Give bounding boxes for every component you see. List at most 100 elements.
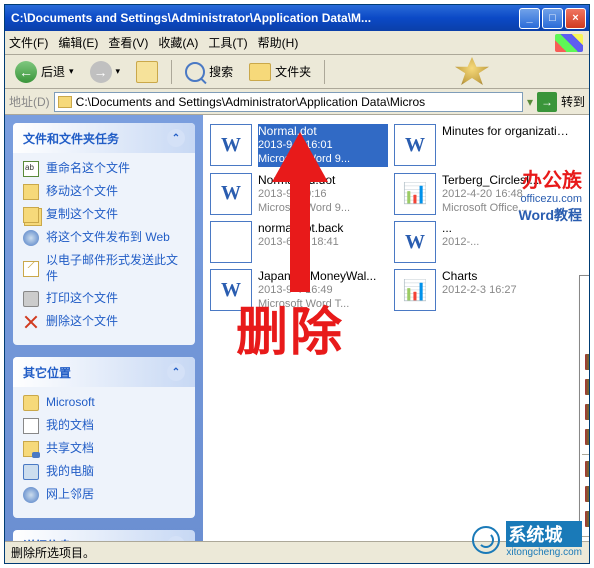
forward-arrow-icon: → <box>90 61 112 83</box>
network-icon <box>23 487 39 503</box>
file-date: 2012-... <box>442 235 572 249</box>
other-panel-header[interactable]: 其它位置 ⌃ <box>13 357 195 387</box>
menu-add-zip-mail[interactable]: 添加到 "Normal.zip" 并邮件 <box>580 401 589 426</box>
archive-icon <box>585 354 589 370</box>
file-type-icon <box>210 124 252 166</box>
go-label[interactable]: 转到 <box>561 93 585 110</box>
computer-icon <box>23 464 39 480</box>
menu-view[interactable]: 查看(V) <box>108 34 148 51</box>
menu-open[interactable]: 打开(O) <box>580 301 589 326</box>
place-mydocs[interactable]: 我的文档 <box>23 418 185 434</box>
maximize-button[interactable]: □ <box>542 8 563 29</box>
chevron-down-icon: ▾ <box>116 66 121 77</box>
archive-icon <box>585 461 589 477</box>
file-name: JapaneseMoneyWal... <box>258 269 388 283</box>
chevron-down-icon: ▾ <box>69 66 74 77</box>
search-icon <box>185 62 205 82</box>
details-panel-header[interactable]: 详细信息 ⌄ <box>13 530 195 541</box>
task-publish-web[interactable]: 将这个文件发布到 Web <box>23 230 185 246</box>
menu-add-archive-2[interactable]: 添加到压缩文件(A)... <box>580 458 589 483</box>
menu-new[interactable]: 新建(W) <box>580 276 589 301</box>
address-input[interactable]: C:\Documents and Settings\Administrator\… <box>54 92 523 112</box>
file-date: 2013-9-5 9:16 <box>258 187 388 201</box>
tasks-panel-title: 文件和文件夹任务 <box>23 130 119 147</box>
place-shared[interactable]: 共享文档 <box>23 441 185 457</box>
file-item[interactable]: Charts2012-2-3 16:27 <box>391 266 575 315</box>
menu-edit[interactable]: 编辑(E) <box>58 34 98 51</box>
task-copy[interactable]: 复制这个文件 <box>23 207 185 223</box>
archive-icon <box>585 511 589 527</box>
file-name: Charts <box>442 269 572 283</box>
toolbar: ← 后退 ▾ → ▾ 搜索 文件夹 <box>5 55 589 89</box>
file-type-icon <box>210 221 252 263</box>
task-email[interactable]: 以电子邮件形式发送此文件 <box>23 253 185 284</box>
folders-button[interactable]: 文件夹 <box>243 60 317 84</box>
menu-add-archive[interactable]: 添加到压缩文件(A)... <box>580 351 589 376</box>
place-network[interactable]: 网上邻居 <box>23 487 185 503</box>
up-folder-icon <box>136 61 158 83</box>
task-print[interactable]: 打印这个文件 <box>23 291 185 307</box>
shared-folder-icon <box>23 441 39 457</box>
watermark-xitongcheng: 系统城 xitongcheng.com <box>472 521 582 558</box>
search-button[interactable]: 搜索 <box>179 59 239 85</box>
window-title: C:\Documents and Settings\Administrator\… <box>11 11 519 25</box>
collapse-icon: ⌃ <box>167 363 185 381</box>
file-name: Normal.dot <box>258 124 388 138</box>
archive-icon <box>585 429 589 445</box>
file-type-icon <box>394 269 436 311</box>
copy-icon <box>23 207 39 223</box>
menu-favorites[interactable]: 收藏(A) <box>158 34 198 51</box>
go-button[interactable]: → <box>537 92 557 112</box>
folder-icon <box>249 63 271 81</box>
menu-tools[interactable]: 工具(T) <box>208 34 247 51</box>
place-microsoft[interactable]: Microsoft <box>23 395 185 411</box>
file-type-icon <box>394 124 436 166</box>
file-name: NormalOld.dot <box>258 173 388 187</box>
place-computer[interactable]: 我的电脑 <box>23 464 185 480</box>
task-move[interactable]: 移动这个文件 <box>23 184 185 200</box>
menu-other-compress[interactable]: 其他压缩命令▸ <box>580 426 589 451</box>
archive-icon <box>585 404 589 420</box>
folder-icon <box>23 395 39 411</box>
file-type-icon <box>210 173 252 215</box>
menubar: 文件(F) 编辑(E) 查看(V) 收藏(A) 工具(T) 帮助(H) <box>5 31 589 55</box>
minimize-button[interactable]: _ <box>519 8 540 29</box>
address-path: C:\Documents and Settings\Administrator\… <box>76 95 425 109</box>
address-dropdown-icon[interactable]: ▾ <box>527 95 533 109</box>
folders-label: 文件夹 <box>275 63 311 80</box>
file-item[interactable]: NormalOld.dot2013-9-5 9:16Microsoft Word… <box>207 170 391 219</box>
close-button[interactable]: × <box>565 8 586 29</box>
mail-icon <box>23 261 39 277</box>
back-arrow-icon: ← <box>15 61 37 83</box>
task-rename[interactable]: 重命名这个文件 <box>23 161 185 177</box>
context-menu: 新建(W) 打开(O) 打印(P) 添加到压缩文件(A)... 添加到 "Nor… <box>579 275 589 541</box>
task-delete[interactable]: 删除这个文件 <box>23 314 185 330</box>
menu-file[interactable]: 文件(F) <box>9 34 48 51</box>
status-text: 删除所选项目。 <box>11 544 95 561</box>
file-type: Microsoft Word T... <box>258 297 388 311</box>
address-label: 地址(D) <box>9 93 50 110</box>
file-item[interactable]: normal.dot.back2013-6-27 18:41 <box>207 218 391 266</box>
back-button[interactable]: ← 后退 ▾ <box>9 58 80 86</box>
tasks-panel-header[interactable]: 文件和文件夹任务 ⌃ <box>13 123 195 153</box>
file-item[interactable]: Normal.dot2013-9-5 16:01Microsoft Word 9… <box>207 121 391 170</box>
menu-add-normal-zip[interactable]: 添加到 "Normal.zip" (T) <box>580 376 589 401</box>
file-item[interactable]: ...2012-... <box>391 218 575 266</box>
file-item[interactable]: Minutes for organization... <box>391 121 575 170</box>
emblem-icon <box>455 57 489 85</box>
file-name: Minutes for organization... <box>442 124 572 138</box>
forward-button[interactable]: → ▾ <box>84 58 127 86</box>
logo-icon <box>472 526 500 554</box>
windows-flag-icon <box>555 34 583 52</box>
file-item[interactable]: JapaneseMoneyWal...2013-9-4 16:49Microso… <box>207 266 391 315</box>
up-button[interactable] <box>130 58 164 86</box>
menu-print[interactable]: 打印(P) <box>580 326 589 351</box>
menu-help[interactable]: 帮助(H) <box>258 34 299 51</box>
menu-add-normal-zip-2[interactable]: 添加到 "Normal.zip" (T) <box>580 483 589 508</box>
sidebar: 文件和文件夹任务 ⌃ 重命名这个文件 移动这个文件 复制这个文件 将这个文件发布… <box>5 115 203 541</box>
print-icon <box>23 291 39 307</box>
other-panel-title: 其它位置 <box>23 364 71 381</box>
archive-icon <box>585 379 589 395</box>
archive-icon <box>585 486 589 502</box>
file-type: Microsoft Word 9... <box>258 201 388 215</box>
